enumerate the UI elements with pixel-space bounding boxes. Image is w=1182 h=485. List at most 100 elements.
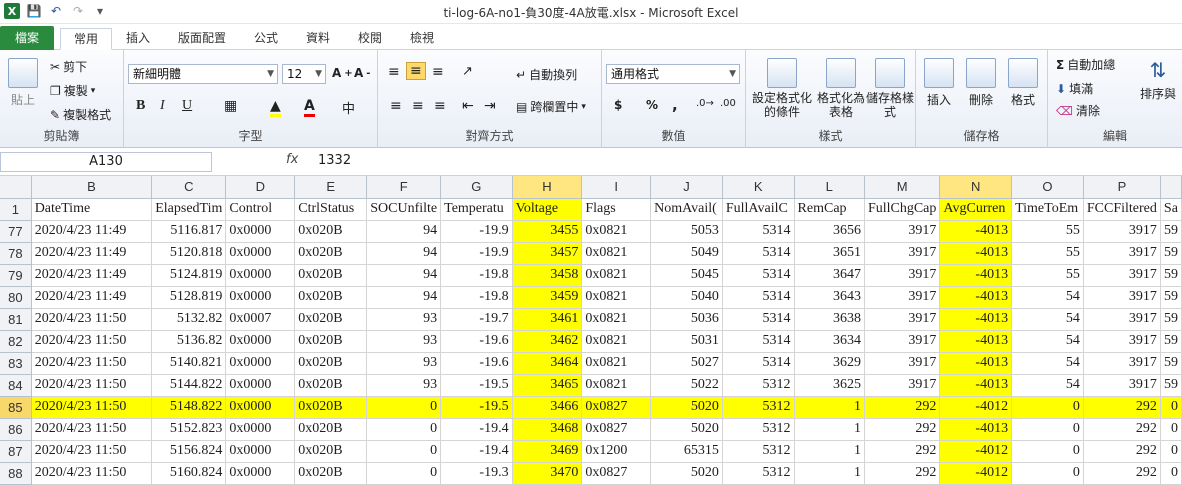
cell[interactable]: 3458 (512, 264, 583, 287)
cell[interactable]: 0x020B (294, 286, 368, 309)
cell-styles-button[interactable]: 儲存格樣式 (866, 58, 914, 119)
cell[interactable]: 3464 (512, 352, 583, 375)
row-header[interactable]: 77 (0, 220, 32, 243)
phonetic-icon[interactable]: 中 (342, 98, 355, 117)
cell[interactable]: 3634 (794, 330, 865, 353)
cell[interactable]: 5312 (722, 440, 795, 463)
font-name-select[interactable]: 新細明體 ▼ (128, 64, 278, 84)
cell[interactable]: 5152.823 (151, 418, 227, 441)
format-cells-button[interactable]: 格式 (1008, 58, 1038, 108)
cell[interactable]: -19.3 (440, 462, 513, 485)
insert-cells-button[interactable]: 插入 (924, 58, 954, 108)
cell[interactable]: Voltage (512, 198, 583, 221)
cell[interactable]: 0x020B (294, 418, 368, 441)
align-right-icon[interactable]: ≡ (434, 98, 446, 114)
cell[interactable]: 5312 (722, 418, 795, 441)
cell[interactable]: 0 (1160, 462, 1182, 485)
cell[interactable]: 3459 (512, 286, 583, 309)
cell[interactable]: 3917 (864, 242, 941, 265)
delete-cells-button[interactable]: 刪除 (966, 58, 996, 108)
clear-button[interactable]: ⌫ 清除 (1056, 102, 1100, 119)
cell[interactable]: 1 (794, 418, 865, 441)
cell[interactable]: 55 (1011, 264, 1084, 287)
cell[interactable]: 3457 (512, 242, 583, 265)
tab-data[interactable]: 資料 (296, 28, 340, 50)
cell[interactable]: 1 (794, 440, 865, 463)
cell[interactable]: 5031 (650, 330, 723, 353)
cell[interactable]: 3917 (864, 330, 941, 353)
name-box[interactable]: A130 (0, 152, 212, 172)
comma-button[interactable]: , (672, 96, 678, 114)
cell[interactable]: 5124.819 (151, 264, 227, 287)
cell[interactable]: 3917 (864, 308, 941, 331)
cell[interactable]: CtrlStatus (294, 198, 368, 221)
cell[interactable]: 3917 (1083, 352, 1161, 375)
tab-review[interactable]: 校閱 (348, 28, 392, 50)
shrink-font-button[interactable]: A- (354, 66, 370, 80)
cell[interactable]: 5116.817 (151, 220, 227, 243)
cell[interactable]: 0x020B (294, 352, 368, 375)
cell[interactable]: 0x020B (294, 396, 368, 419)
cell[interactable]: 54 (1011, 286, 1084, 309)
cell[interactable]: 0 (366, 462, 442, 485)
cell[interactable]: 3469 (512, 440, 583, 463)
cell[interactable]: 54 (1011, 308, 1084, 331)
cell[interactable]: 3651 (794, 242, 865, 265)
cell[interactable]: 2020/4/23 11:49 (31, 286, 153, 309)
cell[interactable]: RemCap (794, 198, 865, 221)
cell[interactable]: 59 (1160, 352, 1182, 375)
cell[interactable]: 3468 (512, 418, 583, 441)
column-header[interactable]: N (939, 176, 1013, 199)
cell[interactable]: 0x0000 (225, 396, 296, 419)
cell[interactable]: 0x020B (294, 264, 368, 287)
orientation-icon[interactable]: ↗ (462, 64, 473, 79)
cell[interactable]: 3917 (864, 286, 941, 309)
cell[interactable]: 55 (1011, 242, 1084, 265)
cell[interactable]: 2020/4/23 11:50 (31, 330, 153, 353)
align-left-icon[interactable]: ≡ (390, 98, 402, 114)
cell[interactable]: -19.9 (440, 242, 513, 265)
cell[interactable]: 2020/4/23 11:50 (31, 440, 153, 463)
currency-button[interactable]: $ (614, 98, 622, 112)
cell[interactable]: Sa (1160, 198, 1182, 221)
cell[interactable]: 5020 (650, 396, 723, 419)
cell[interactable]: 54 (1011, 352, 1084, 375)
cell[interactable]: 5120.818 (151, 242, 227, 265)
cell[interactable]: -4013 (939, 374, 1013, 397)
cell[interactable]: 0x0000 (225, 462, 296, 485)
fill-button[interactable]: ⬇ 填滿 (1056, 80, 1093, 97)
cell[interactable]: 5128.819 (151, 286, 227, 309)
column-header[interactable]: C (151, 176, 227, 199)
row-header[interactable]: 87 (0, 440, 32, 463)
cell[interactable]: -19.8 (440, 286, 513, 309)
cell[interactable]: 5314 (722, 286, 795, 309)
paste-button[interactable]: 貼上 (8, 58, 38, 108)
cell[interactable]: -4012 (939, 462, 1013, 485)
align-center-icon[interactable]: ≡ (412, 98, 424, 114)
cell[interactable]: 3917 (1083, 286, 1161, 309)
tab-file[interactable]: 檔案 (0, 26, 54, 50)
column-header[interactable]: F (366, 176, 442, 199)
cell[interactable]: SOCUnfilte (366, 198, 442, 221)
cell[interactable]: -4013 (939, 352, 1013, 375)
cell[interactable]: 2020/4/23 11:49 (31, 264, 153, 287)
cell[interactable]: 5020 (650, 418, 723, 441)
cell[interactable]: 93 (366, 352, 442, 375)
cell[interactable]: 0 (1160, 396, 1182, 419)
cell[interactable]: 93 (366, 330, 442, 353)
cell[interactable]: 0x0000 (225, 352, 296, 375)
cell[interactable]: 3638 (794, 308, 865, 331)
column-header[interactable]: B (31, 176, 153, 199)
cell[interactable]: 93 (366, 374, 442, 397)
cell[interactable]: -19.6 (440, 330, 513, 353)
cell[interactable]: 0 (366, 440, 442, 463)
cell[interactable]: 3917 (1083, 220, 1161, 243)
cell[interactable]: 0x0000 (225, 418, 296, 441)
copy-button[interactable]: ❐ 複製 ▾ (50, 82, 95, 99)
cell[interactable]: -4013 (939, 220, 1013, 243)
cell[interactable]: 5314 (722, 352, 795, 375)
cell[interactable]: -4013 (939, 330, 1013, 353)
merge-center-button[interactable]: ▤ 跨欄置中 ▾ (516, 98, 586, 115)
align-bottom-icon[interactable]: ≡ (432, 64, 444, 80)
cell[interactable]: 0x020B (294, 242, 368, 265)
